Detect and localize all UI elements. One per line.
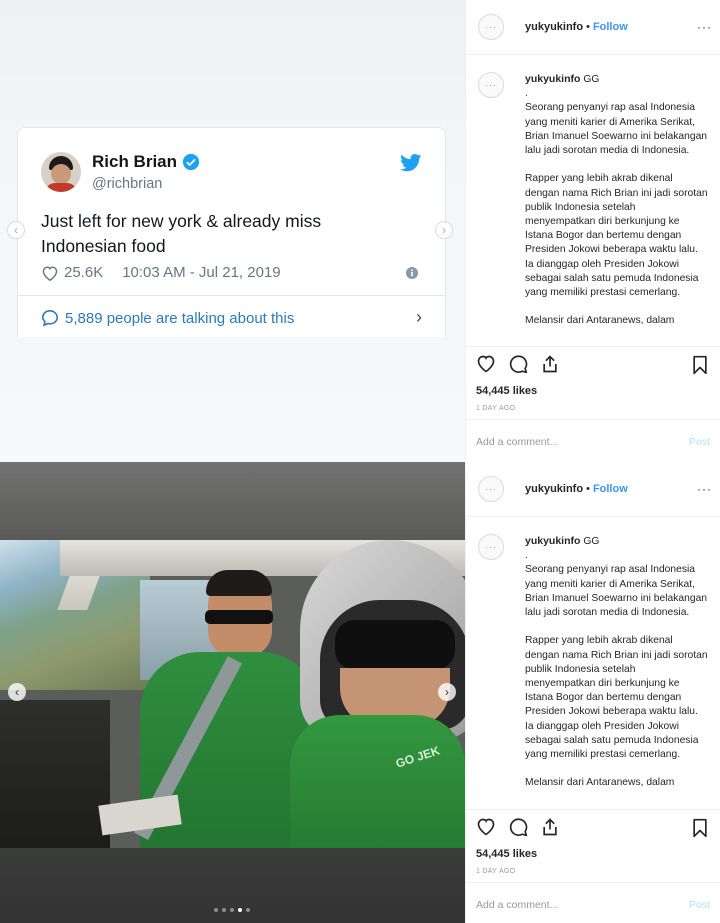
caption-username[interactable]: yukyukinfo: [525, 73, 580, 85]
tweet-like-count[interactable]: 25.6K: [64, 264, 103, 281]
share-icon[interactable]: [540, 817, 560, 837]
username-link[interactable]: yukyukinfo: [525, 483, 583, 495]
comment-bubble-icon: [41, 309, 59, 327]
follow-button[interactable]: Follow: [593, 483, 628, 495]
caption-text: GG . Seorang penyanyi rap asal Indonesia…: [525, 74, 708, 327]
post-1-header: ··· yukyukinfo • Follow ···: [466, 0, 720, 55]
carousel-dot-active[interactable]: [238, 908, 242, 912]
carousel-dot[interactable]: [246, 908, 250, 912]
post-1-side-panel: ··· yukyukinfo • Follow ··· ··· yukyukin…: [465, 0, 720, 462]
post-2-side-panel: ··· yukyukinfo • Follow ··· ··· yukyukin…: [465, 462, 720, 923]
carousel-prev-button[interactable]: ‹: [7, 221, 25, 239]
likes-count[interactable]: 54,445 likes: [466, 848, 720, 860]
caption-avatar[interactable]: ···: [478, 72, 504, 98]
more-options-icon[interactable]: ···: [697, 20, 712, 34]
follow-button[interactable]: Follow: [593, 21, 628, 33]
post-comment-button[interactable]: Post: [689, 899, 710, 911]
carousel-dots: [214, 908, 250, 912]
more-options-icon[interactable]: ···: [697, 482, 712, 496]
post-comment-button[interactable]: Post: [689, 436, 710, 448]
tweet-avatar[interactable]: [41, 152, 81, 192]
avatar[interactable]: ···: [478, 14, 504, 40]
caption-username[interactable]: yukyukinfo: [525, 535, 580, 547]
caption-text: GG . Seorang penyanyi rap asal Indonesia…: [525, 536, 708, 789]
cockpit-video-frame[interactable]: GO JEK: [0, 540, 465, 848]
carousel-dot[interactable]: [230, 908, 234, 912]
post-2-header: ··· yukyukinfo • Follow ···: [466, 462, 720, 517]
timestamp[interactable]: 1 DAY AGO: [466, 405, 720, 412]
carousel-next-button[interactable]: ›: [438, 683, 456, 701]
bookmark-icon[interactable]: [690, 355, 710, 375]
avatar[interactable]: ···: [478, 476, 504, 502]
post-2: GO JEK ‹ › ··· yukyukinfo • Follow ··· ·…: [0, 462, 720, 923]
comment-box: Add a comment... Post: [466, 882, 720, 923]
carousel-prev-button[interactable]: ‹: [8, 683, 26, 701]
comment-icon[interactable]: [508, 354, 528, 374]
carousel-dot[interactable]: [222, 908, 226, 912]
tweet-text: Just left for new york & already miss In…: [41, 211, 322, 256]
likes-count[interactable]: 54,445 likes: [466, 385, 720, 397]
username-link[interactable]: yukyukinfo: [525, 21, 583, 33]
comment-box: Add a comment... Post: [466, 419, 720, 462]
timestamp[interactable]: 1 DAY AGO: [466, 868, 720, 875]
tweet-timestamp[interactable]: 10:03 AM - Jul 21, 2019: [122, 264, 280, 281]
carousel-next-button[interactable]: ›: [435, 221, 453, 239]
carousel-dot[interactable]: [214, 908, 218, 912]
post-2-caption: ··· yukyukinfo GG . Seorang penyanyi rap…: [466, 518, 720, 791]
post-1-caption: ··· yukyukinfo GG . Seorang penyanyi rap…: [466, 56, 720, 329]
heart-icon[interactable]: [476, 354, 496, 374]
post-1: Rich Brian @richbrian Just left for new …: [0, 0, 720, 462]
tweet-conversation-link[interactable]: 5,889 people are talking about this ›: [41, 307, 422, 327]
bookmark-icon[interactable]: [690, 818, 710, 838]
post-1-actions: 54,445 likes 1 DAY AGO: [466, 346, 720, 423]
share-icon[interactable]: [540, 354, 560, 374]
tweet-talking-count[interactable]: 5,889 people are talking about this: [65, 310, 294, 327]
comment-input[interactable]: Add a comment...: [476, 899, 558, 911]
tweet-author-name[interactable]: Rich Brian: [92, 152, 177, 172]
caption-avatar[interactable]: ···: [478, 534, 504, 560]
verified-icon: [182, 153, 200, 171]
comment-input[interactable]: Add a comment...: [476, 436, 558, 448]
video-top-blur: [0, 462, 465, 540]
twitter-bird-icon[interactable]: [400, 154, 422, 172]
comment-icon[interactable]: [508, 817, 528, 837]
heart-icon[interactable]: [476, 817, 496, 837]
post-2-media: GO JEK ‹ ›: [0, 462, 465, 923]
post-1-media: Rich Brian @richbrian Just left for new …: [0, 0, 465, 462]
info-icon[interactable]: [406, 267, 418, 279]
chevron-right-icon: ›: [416, 307, 422, 327]
post-2-actions: 54,445 likes 1 DAY AGO: [466, 809, 720, 886]
embedded-tweet-card[interactable]: Rich Brian @richbrian Just left for new …: [17, 127, 446, 337]
tweet-handle[interactable]: @richbrian: [92, 176, 162, 192]
heart-icon[interactable]: [41, 265, 59, 281]
